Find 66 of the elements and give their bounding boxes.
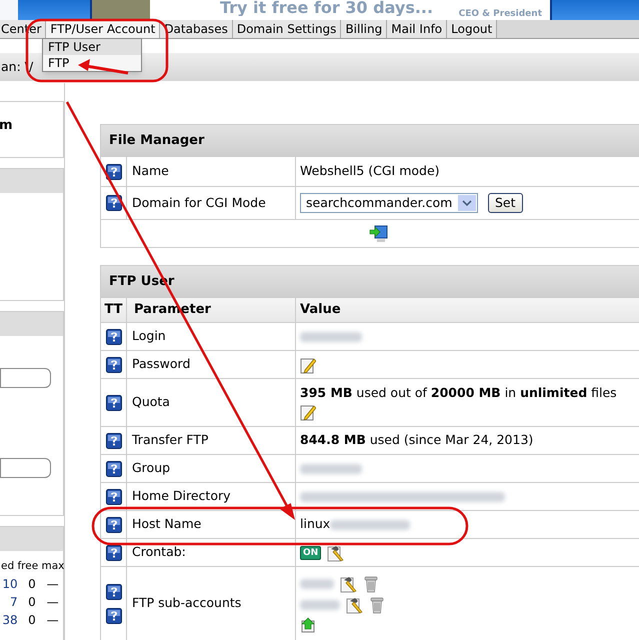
help-icon — [106, 195, 122, 211]
table-cell: FTP sub-accounts — [127, 567, 296, 640]
stat-cell-text: 10 — [1, 576, 19, 593]
cell-value: Webshell5 (CGI mode) — [300, 162, 440, 180]
trash-icon — [364, 574, 378, 592]
nav-tab[interactable]: Billing — [341, 20, 388, 38]
stat-cell-text: — — [46, 612, 60, 629]
table-cell: Name — [127, 157, 296, 186]
hammer-icon — [346, 596, 364, 614]
ad-caption: CEO & President — [458, 8, 542, 20]
stats-header: ed free max — [1, 559, 63, 574]
input-field[interactable] — [0, 458, 51, 478]
blurred-text — [300, 578, 334, 588]
blurred-text — [300, 332, 362, 342]
cell-value: 844.8 MB used (since Mar 24, 2013) — [300, 431, 534, 450]
input-field[interactable] — [0, 368, 51, 388]
panel-header — [0, 312, 63, 336]
help-icon — [106, 164, 122, 180]
stat-cell-text: — — [46, 594, 60, 611]
caret-icon — [458, 195, 476, 211]
annotation-arrow — [78, 59, 128, 74]
column-header: Value — [299, 301, 342, 320]
hammer-icon — [340, 574, 358, 592]
select-value: searchcommander.com — [306, 194, 454, 212]
cell-value: linux — [300, 515, 330, 534]
help-icon — [106, 544, 122, 560]
menu-item[interactable]: FTP — [43, 55, 141, 71]
nav-tab[interactable]: Logout — [447, 20, 498, 38]
hammer-icon — [327, 544, 346, 562]
help-icon — [106, 488, 122, 504]
trash-icon — [370, 596, 384, 614]
cell-value: 395 MB used out of 20000 MB in unlimited files — [300, 384, 617, 402]
help-icon — [106, 328, 122, 344]
menu-item[interactable]: FTP User — [43, 39, 141, 55]
nav-tab[interactable]: Domain Settings — [232, 20, 342, 38]
table-cell: Crontab: — [127, 539, 296, 566]
nav-tab[interactable]: Mail Info — [387, 20, 448, 38]
help-icon — [106, 516, 122, 532]
panel-title: File Manager — [109, 132, 204, 150]
on-badge: ON — [300, 546, 322, 560]
help-icon — [106, 356, 122, 372]
stat-cell-text: 7 — [8, 594, 19, 611]
help-icon — [106, 608, 122, 624]
help-icon — [106, 584, 122, 600]
blurred-text — [300, 600, 340, 610]
help-icon — [106, 460, 122, 476]
stat-cell-text: 0 — [27, 594, 37, 611]
stat-cell-text: 0 — [27, 612, 37, 629]
set-button[interactable]: Set — [488, 193, 523, 213]
column-header: TT — [101, 298, 127, 322]
computer-arrow-icon — [369, 224, 389, 244]
blurred-text — [300, 464, 362, 474]
upload-icon — [300, 616, 316, 632]
panel-header — [0, 169, 63, 193]
stat-cell-text: 38 — [1, 612, 19, 629]
domain-select[interactable]: searchcommander.com — [300, 193, 478, 213]
banner-panel — [0, 0, 18, 20]
sidebar-title: m — [0, 117, 14, 135]
stat-cell-text: — — [46, 576, 60, 593]
pencil-icon — [300, 402, 316, 421]
pencil-icon — [300, 356, 316, 374]
help-icon — [106, 394, 122, 410]
panel-header — [0, 527, 63, 551]
help-icon — [106, 432, 122, 448]
photo-placeholder — [92, 0, 150, 20]
stat-cell-text: 0 — [27, 576, 37, 593]
